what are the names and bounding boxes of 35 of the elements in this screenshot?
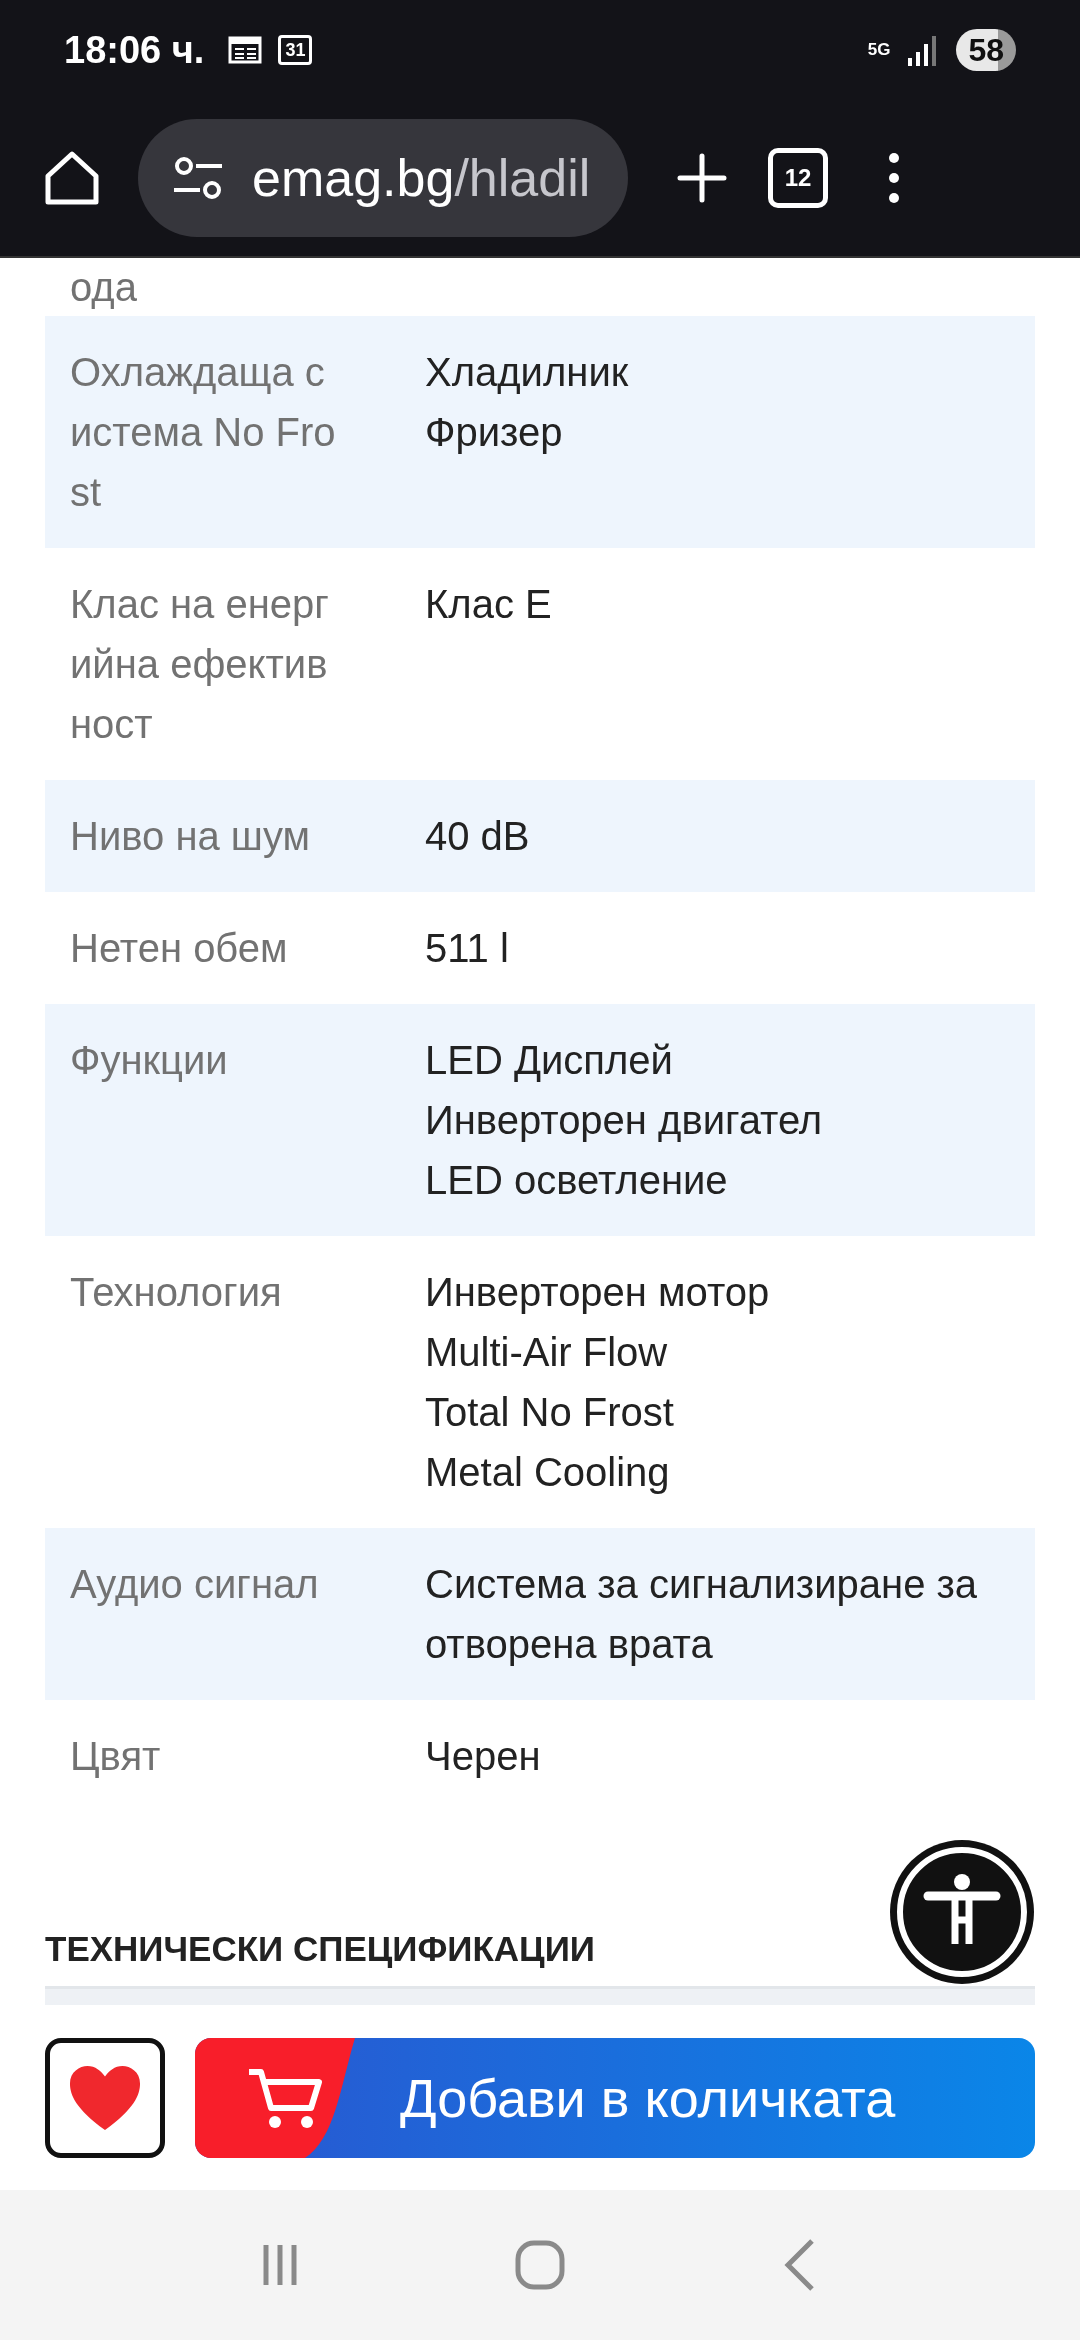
cart-icon (247, 2067, 323, 2130)
tab-count-button[interactable]: 12 (768, 148, 828, 208)
battery-level: 58 (956, 29, 1016, 71)
spec-value: LED Дисплей (425, 1037, 674, 1084)
spec-value: 511 l (425, 925, 510, 972)
section-heading: ТЕХНИЧЕСКИ СПЕЦИФИКАЦИИ (45, 1928, 595, 1970)
network-type: 5G (867, 41, 891, 59)
spec-value: Metal Cooling (425, 1449, 671, 1496)
spec-label: Функции (69, 1037, 229, 1084)
favorite-button[interactable] (45, 2037, 165, 2158)
spec-value: Total No Frost (425, 1389, 675, 1436)
spec-value: 40 dB (425, 813, 531, 860)
spec-value: Черен (425, 1733, 542, 1780)
spec-value: Фризер (425, 409, 564, 456)
spec-label: Цвят (69, 1733, 162, 1780)
spec-value: Инверторен мотор (425, 1269, 771, 1316)
clock-time: 18:06 ч. (64, 28, 205, 72)
newspaper-icon (228, 35, 263, 65)
spec-value: Клас E (425, 581, 553, 628)
spec-label: Нетен обем (69, 925, 289, 972)
address-bar[interactable]: emag.bg/hladil (138, 119, 628, 237)
spec-label: Аудио сигнал (69, 1561, 320, 1608)
spec-label: Охлаждаща система No Frost (69, 349, 337, 516)
url-text: emag.bg/hladil (252, 148, 591, 208)
spec-label: ода (69, 264, 138, 311)
spec-value: Хладилник (425, 349, 630, 396)
calendar-date: 31 (278, 35, 313, 65)
spec-label: Ниво на шум (69, 813, 311, 860)
spec-label: Клас на енергийна ефективност (69, 581, 330, 748)
add-to-cart-button[interactable]: Добави в количката (195, 2037, 1035, 2158)
spec-value: Инверторен двигател (425, 1097, 824, 1144)
spec-value: Система за сигнализиране за отворена врата (425, 1561, 979, 1668)
spec-value: Multi-Air Flow (425, 1329, 669, 1376)
spec-label: Технология (69, 1269, 283, 1316)
spec-value: LED осветление (425, 1157, 729, 1204)
